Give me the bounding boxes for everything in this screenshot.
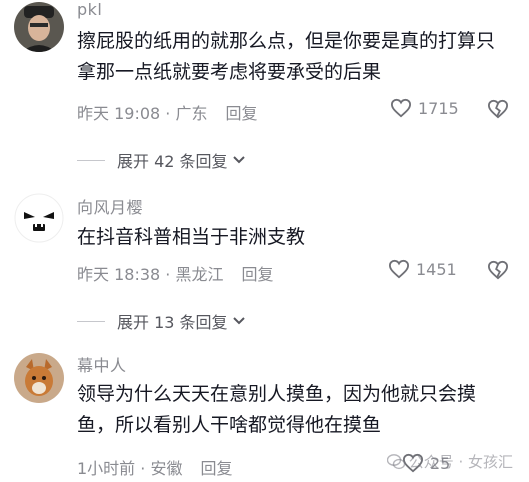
comment-text: 在抖音科普相当于非洲支教 bbox=[77, 226, 306, 248]
username[interactable]: 幕中人 bbox=[77, 352, 127, 376]
reply-button[interactable]: 回复 bbox=[241, 265, 273, 284]
dislike-button[interactable] bbox=[487, 260, 509, 284]
comment-text: 擦屁股的纸用的就那么点，但是你要是真的打算只拿那一点纸就要考虑将要承受的后果 bbox=[77, 30, 496, 83]
expand-replies-label: 展开 42 条回复 bbox=[117, 152, 228, 171]
username[interactable]: pkl bbox=[77, 0, 102, 19]
broken-heart-icon bbox=[487, 260, 509, 280]
expand-replies-button[interactable]: 展开 13 条回复 bbox=[77, 309, 246, 333]
username[interactable]: 向风月樱 bbox=[77, 194, 143, 218]
expand-replies-button[interactable]: 展开 42 条回复 bbox=[77, 148, 246, 172]
dislike-button[interactable] bbox=[487, 99, 509, 123]
heart-outline-icon bbox=[390, 98, 412, 118]
timestamp-location: 昨天 19:08 · 广东 bbox=[77, 104, 208, 123]
chevron-down-icon bbox=[232, 317, 245, 325]
divider bbox=[77, 320, 105, 322]
reply-button[interactable]: 回复 bbox=[225, 104, 257, 123]
comment-meta: 昨天 18:38 · 黑龙江 回复 bbox=[77, 261, 273, 285]
like-button[interactable]: 1715 bbox=[390, 98, 459, 118]
broken-heart-icon bbox=[487, 99, 509, 119]
watermark: 公众号 · 女孩汇 bbox=[386, 451, 513, 472]
timestamp-location: 1小时前 · 安徽 bbox=[77, 459, 183, 478]
timestamp-location: 昨天 18:38 · 黑龙江 bbox=[77, 265, 224, 284]
chevron-down-icon bbox=[232, 156, 245, 164]
like-button[interactable]: 1451 bbox=[388, 259, 457, 279]
avatar[interactable] bbox=[14, 193, 64, 243]
comment-meta: 1小时前 · 安徽 回复 bbox=[77, 455, 232, 479]
comment-text: 领导为什么天天在意别人摸鱼，因为他就只会摸鱼，所以看别人干啥都觉得他在摸鱼 bbox=[77, 383, 477, 436]
avatar[interactable] bbox=[14, 2, 64, 52]
heart-outline-icon bbox=[388, 259, 410, 279]
watermark-text: 公众号 · 女孩汇 bbox=[408, 453, 513, 471]
like-count: 1715 bbox=[418, 98, 459, 118]
reply-button[interactable]: 回复 bbox=[200, 459, 232, 478]
wechat-icon bbox=[386, 453, 405, 469]
avatar[interactable] bbox=[14, 353, 64, 403]
divider bbox=[77, 159, 105, 161]
like-count: 1451 bbox=[416, 259, 457, 279]
comment-meta: 昨天 19:08 · 广东 回复 bbox=[77, 100, 257, 124]
expand-replies-label: 展开 13 条回复 bbox=[117, 313, 228, 332]
